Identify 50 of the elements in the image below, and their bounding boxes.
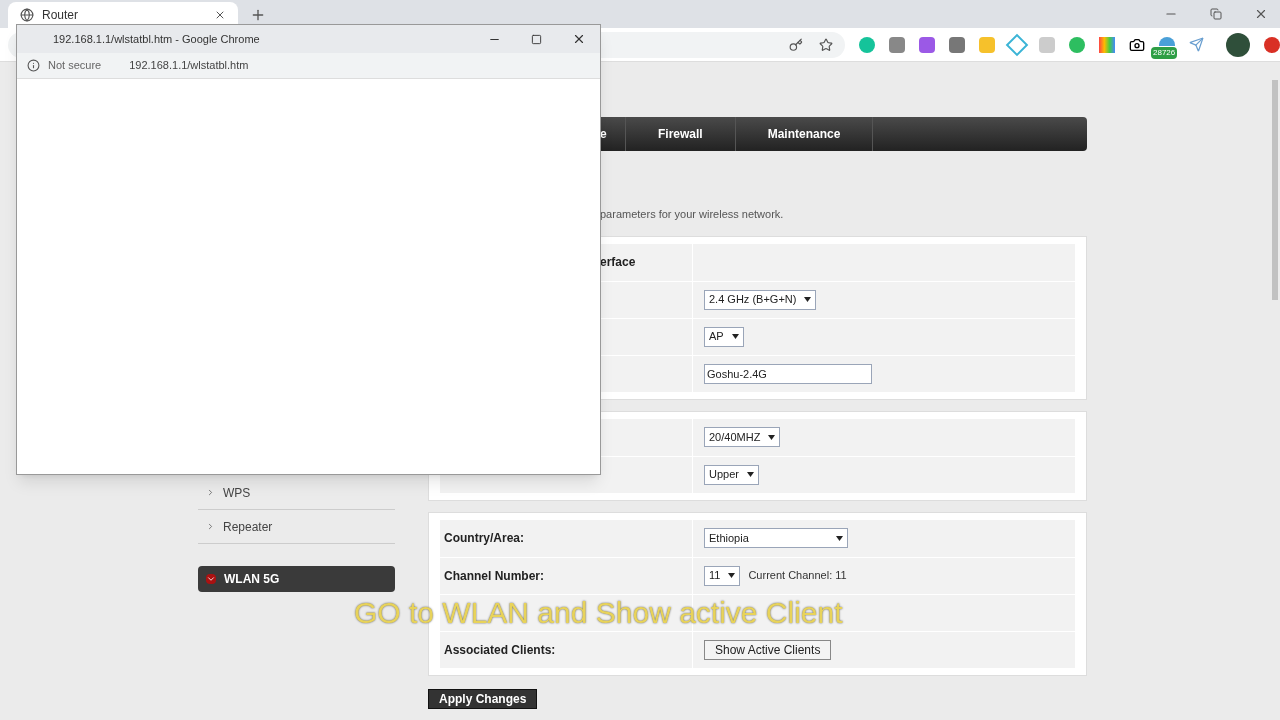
caret-icon — [728, 573, 736, 578]
close-icon — [214, 9, 226, 21]
update-icon[interactable] — [1264, 36, 1280, 53]
description-text: parameters for your wireless network. — [599, 207, 785, 222]
field-label: erface — [600, 254, 636, 271]
tab-title: Router — [42, 7, 80, 24]
video-caption: GO to WLAN and Show active Client — [354, 598, 843, 628]
url-text: 192.168.1.1/wlstatbl.htm — [129, 58, 249, 74]
security-label: Not secure — [48, 58, 102, 74]
extension-badge: 28726 — [1151, 46, 1178, 59]
sidebar-section[interactable]: WLAN 5G — [198, 566, 395, 592]
sidebar-item[interactable]: Repeater — [223, 517, 273, 536]
sidebar-item[interactable]: WPS — [223, 483, 251, 502]
caret-icon — [746, 472, 754, 477]
ssid-field[interactable]: Goshu-2.4G — [704, 363, 872, 384]
field-label: Channel Number: — [444, 567, 544, 585]
current-channel-text: Current Channel: 11 — [748, 568, 847, 584]
apply-changes-button[interactable]: Apply Changes — [428, 688, 538, 709]
globe-icon — [20, 8, 34, 22]
dropdown[interactable]: 11 — [704, 565, 741, 586]
caret-icon — [804, 297, 812, 302]
chevron-icon — [206, 488, 215, 497]
nav-tab[interactable]: Maintenance — [735, 117, 874, 151]
dropdown[interactable]: AP — [704, 326, 744, 347]
chevron-icon — [206, 574, 216, 584]
nav-tab[interactable]: Firewall — [626, 117, 736, 151]
dropdown[interactable]: Upper — [704, 464, 759, 485]
paper-plane-icon[interactable] — [1189, 37, 1204, 52]
info-icon — [27, 59, 40, 72]
close-icon[interactable] — [572, 32, 586, 46]
star-icon[interactable] — [819, 37, 833, 52]
new-tab-icon[interactable] — [250, 7, 266, 23]
close-icon[interactable] — [1254, 7, 1268, 21]
avatar[interactable] — [1226, 32, 1250, 57]
field-label: Associated Clients: — [444, 641, 556, 659]
caret-icon — [836, 535, 843, 541]
dropdown[interactable]: 2.4 GHz (B+G+N) — [704, 289, 817, 310]
dropdown[interactable]: Ethiopia — [704, 528, 848, 548]
dropdown[interactable]: 20/40MHZ — [704, 427, 781, 447]
camera-icon[interactable] — [1129, 36, 1145, 53]
caret-icon — [731, 334, 739, 339]
chevron-icon — [206, 522, 215, 531]
restore-icon[interactable] — [1210, 8, 1222, 20]
caret-icon — [768, 434, 776, 440]
show-active-clients-button[interactable]: Show Active Clients — [704, 639, 832, 660]
maximize-icon[interactable] — [531, 33, 542, 45]
window-title: 192.168.1.1/wlstatbl.htm - Google Chrome — [53, 31, 261, 47]
scrollbar[interactable] — [1272, 80, 1278, 300]
key-icon[interactable] — [789, 37, 803, 52]
field-label: Country/Area: — [444, 530, 524, 547]
